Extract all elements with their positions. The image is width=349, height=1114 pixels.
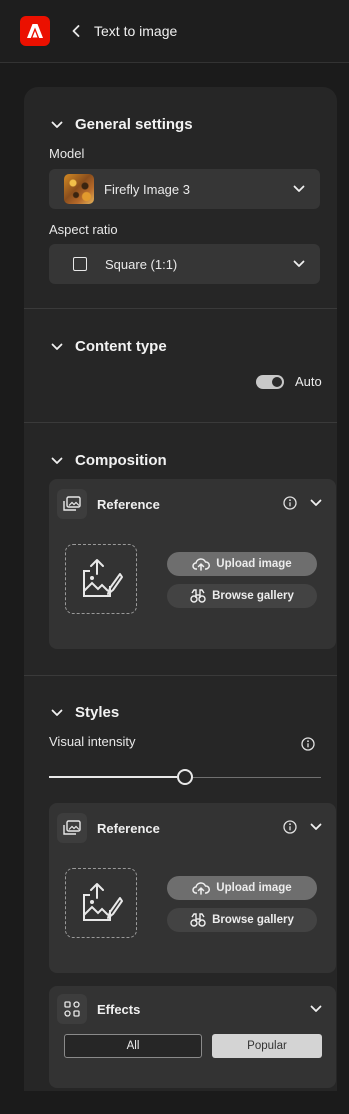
content-type-title: Content type xyxy=(75,338,167,355)
styles-reference-card: Reference Upload image Browse gallery xyxy=(49,803,336,973)
chevron-down-icon[interactable] xyxy=(309,496,323,510)
reference-header[interactable]: Reference xyxy=(57,489,160,519)
effects-tab-all[interactable]: All xyxy=(64,1034,202,1058)
effects-tab-popular[interactable]: Popular xyxy=(212,1034,322,1058)
upload-dropzone[interactable] xyxy=(65,868,137,938)
composition-header[interactable]: Composition xyxy=(51,452,167,469)
aspect-ratio-select[interactable]: Square (1:1) xyxy=(49,244,320,284)
section-divider xyxy=(24,422,337,423)
section-divider xyxy=(24,308,337,309)
binoculars-icon xyxy=(190,589,206,603)
aspect-ratio-label: Aspect ratio xyxy=(49,222,118,237)
chevron-down-icon xyxy=(51,341,63,353)
auto-toggle-label: Auto xyxy=(295,374,322,389)
info-icon[interactable] xyxy=(301,737,315,751)
upload-image-button[interactable]: Upload image xyxy=(167,876,317,900)
reference-image-icon xyxy=(57,813,87,843)
back-chevron-icon[interactable] xyxy=(68,22,84,40)
upload-image-label: Upload image xyxy=(216,882,292,894)
auto-toggle[interactable]: Auto xyxy=(256,374,322,389)
slider-thumb[interactable] xyxy=(177,769,193,785)
model-value: Firefly Image 3 xyxy=(104,181,190,197)
model-select[interactable]: Firefly Image 3 xyxy=(49,169,320,209)
general-settings-header[interactable]: General settings xyxy=(51,116,193,133)
effects-icon xyxy=(57,994,87,1024)
browse-gallery-label: Browse gallery xyxy=(212,914,294,926)
slider-track-fill xyxy=(49,776,177,778)
effects-title: Effects xyxy=(97,1001,141,1017)
model-label: Model xyxy=(49,146,85,161)
chevron-down-icon[interactable] xyxy=(309,820,323,834)
aspect-ratio-value: Square (1:1) xyxy=(105,256,178,272)
section-divider xyxy=(24,675,337,676)
content-type-header[interactable]: Content type xyxy=(51,338,167,355)
chevron-down-icon xyxy=(292,182,306,196)
reference-title: Reference xyxy=(97,496,160,512)
reference-image-icon xyxy=(57,489,87,519)
styles-header[interactable]: Styles xyxy=(51,704,119,721)
upload-image-icon xyxy=(83,883,123,921)
toggle-switch[interactable] xyxy=(256,374,284,389)
binoculars-icon xyxy=(190,913,206,927)
upload-image-label: Upload image xyxy=(216,558,292,570)
top-bar: Text to image xyxy=(0,0,349,63)
composition-reference-card: Reference Upload image Browse gallery xyxy=(49,479,336,649)
upload-image-button[interactable]: Upload image xyxy=(167,552,317,576)
effects-header[interactable]: Effects xyxy=(57,994,140,1024)
cloud-upload-icon xyxy=(192,882,211,895)
upload-image-icon xyxy=(83,559,123,597)
slider-track xyxy=(193,776,321,778)
visual-intensity-slider[interactable] xyxy=(49,767,321,787)
general-settings-title: General settings xyxy=(75,116,193,133)
chevron-down-icon xyxy=(292,257,306,271)
square-icon xyxy=(73,257,87,271)
visual-intensity-label: Visual intensity xyxy=(49,734,136,749)
chevron-down-icon[interactable] xyxy=(309,1002,323,1016)
info-icon[interactable] xyxy=(283,496,297,510)
reference-title: Reference xyxy=(97,820,160,836)
browse-gallery-button[interactable]: Browse gallery xyxy=(167,584,317,608)
adobe-logo-icon[interactable] xyxy=(20,16,50,46)
upload-dropzone[interactable] xyxy=(65,544,137,614)
composition-title: Composition xyxy=(75,452,167,469)
model-thumbnail xyxy=(64,174,94,204)
reference-header[interactable]: Reference xyxy=(57,813,160,843)
browse-gallery-button[interactable]: Browse gallery xyxy=(167,908,317,932)
cloud-upload-icon xyxy=(192,558,211,571)
browse-gallery-label: Browse gallery xyxy=(212,590,294,602)
page-title: Text to image xyxy=(94,23,178,39)
settings-panel: General settings Model Firefly Image 3 A… xyxy=(24,87,337,1091)
styles-title: Styles xyxy=(75,704,120,721)
chevron-down-icon xyxy=(51,455,63,467)
chevron-down-icon xyxy=(51,119,63,131)
info-icon[interactable] xyxy=(283,820,297,834)
chevron-down-icon xyxy=(51,707,63,719)
toggle-knob xyxy=(272,376,282,387)
